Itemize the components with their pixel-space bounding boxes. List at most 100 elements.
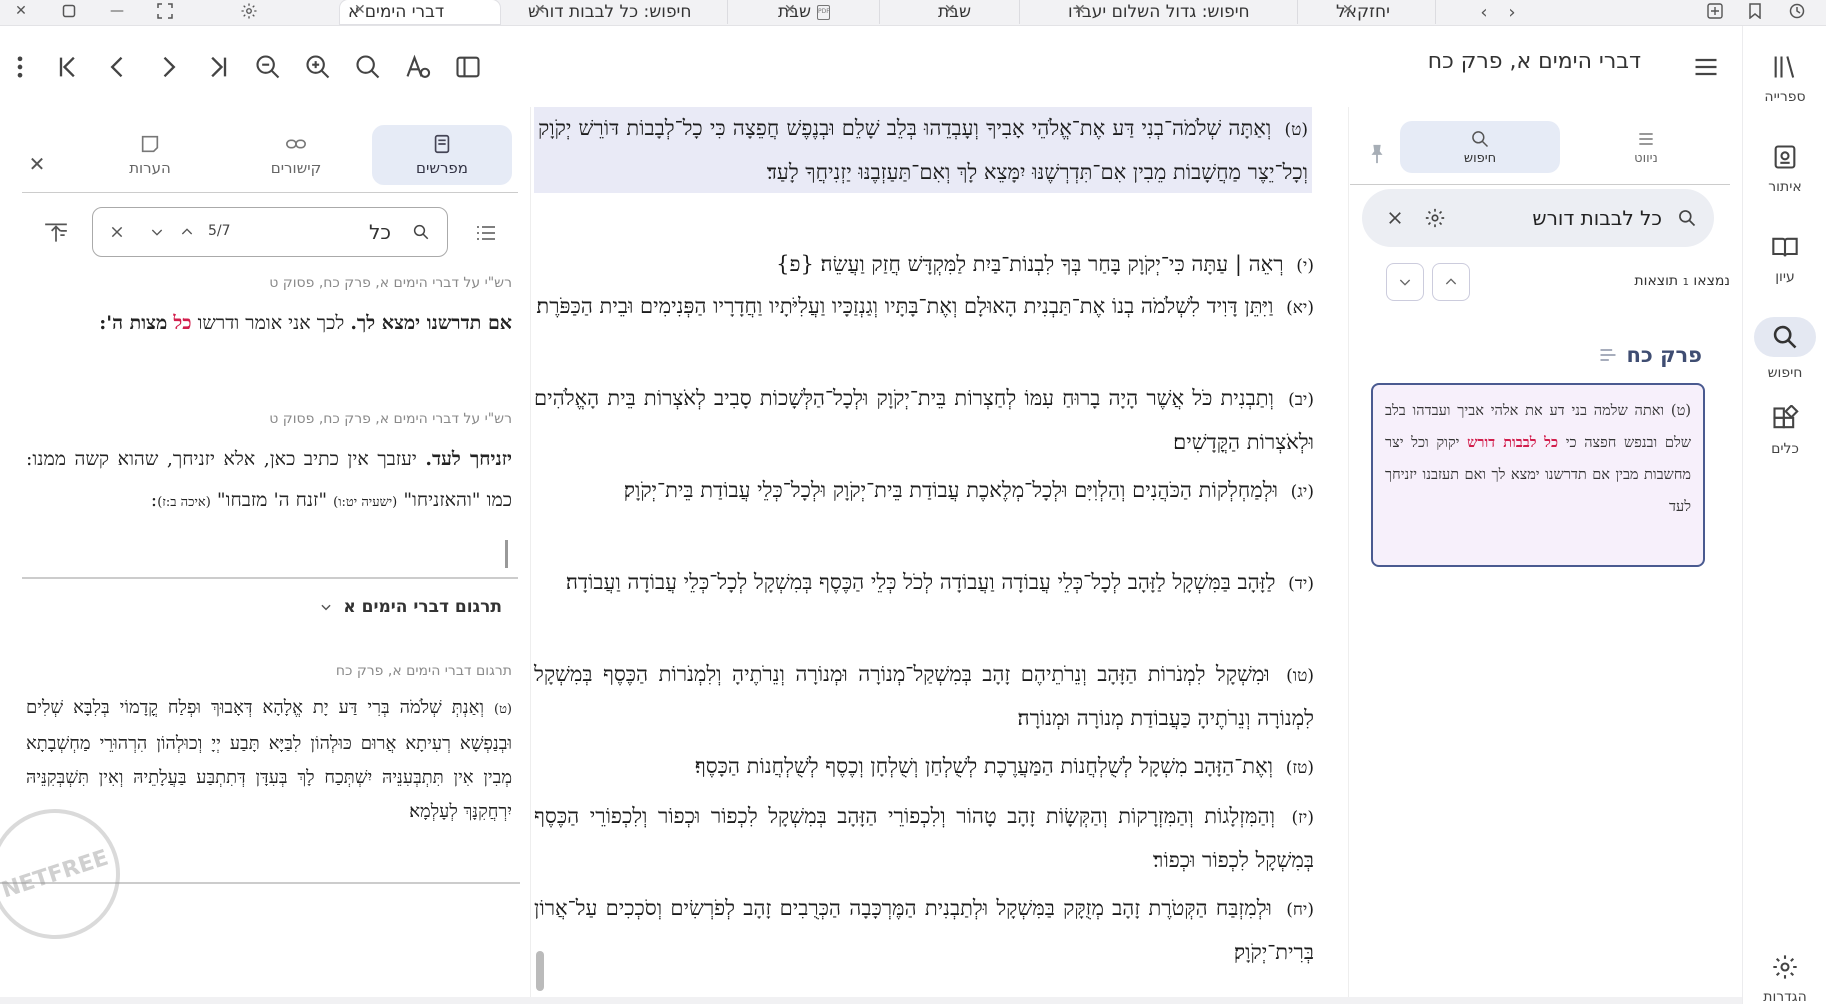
first-page-icon[interactable] <box>48 47 88 87</box>
note-icon <box>141 135 159 153</box>
search-input[interactable] <box>1462 201 1662 235</box>
search-icon <box>1472 130 1489 147</box>
tab-links[interactable]: קישורים <box>226 125 366 185</box>
search-settings-icon[interactable] <box>1420 203 1450 233</box>
toggle-sidebar-icon[interactable] <box>448 47 488 87</box>
highlight: לבבות דורש <box>1467 434 1537 451</box>
rail-locate[interactable]: איתור <box>1749 130 1821 208</box>
rail-library[interactable]: ספרייה <box>1749 40 1821 118</box>
tab-search[interactable]: חיפוש <box>1400 121 1560 173</box>
verse-14[interactable]: (יד) לַזָּהָב בַּמִּשְׁקָל לַזָּהָב לְכָ… <box>534 561 1314 605</box>
verse-12[interactable]: (יב) וְתַבְנִית כֹּל אֲשֶׁר הָיָה בָרוּח… <box>534 377 1314 463</box>
rail-settings[interactable]: הגדרות <box>1749 940 1821 1004</box>
list-view-icon[interactable] <box>470 217 502 249</box>
targum-section-header[interactable]: תרגום דברי הימים א <box>319 597 502 617</box>
tab-commentators[interactable]: מפרשים <box>372 125 512 185</box>
last-page-icon[interactable] <box>198 47 238 87</box>
app-window: ✕ — ✕ דברי הימים א ✕ חיפוש: כל לבבות דור… <box>0 0 1826 1004</box>
verse-17[interactable]: (יז) וְהַמִּזְלָגוֹת וְהַמִּזְרָקוֹת וְה… <box>534 795 1314 881</box>
minimize-window-icon[interactable]: — <box>102 0 132 22</box>
commentary-text: אם תדרשנו ימצא לך. לכך אני אומר ודרשו כל… <box>99 312 512 334</box>
find-input[interactable] <box>301 218 391 246</box>
rail-label: כלים <box>1771 441 1799 457</box>
new-tab-icon[interactable] <box>1700 0 1730 22</box>
close-tab-icon[interactable]: ✕ <box>1074 2 1086 18</box>
tab-search-levavot[interactable]: ✕ חיפוש: כל לבבות דורש <box>520 0 728 24</box>
close-tab-icon[interactable]: ✕ <box>354 2 366 18</box>
verse-15[interactable]: (טו) וּמִשְׁקָל לִמְנֹרוֹת הַזָּהָב וְנֵ… <box>534 653 1314 739</box>
bookmark-icon[interactable] <box>1740 0 1770 22</box>
gear-icon <box>1773 955 1797 979</box>
book-icon <box>1772 237 1798 257</box>
rail-tools[interactable]: כלים <box>1749 392 1821 470</box>
zoom-in-icon[interactable] <box>298 47 338 87</box>
tab-notes[interactable]: הערות <box>80 125 220 185</box>
verse-18[interactable]: (יח) וּלְמִזְבַּח הַקְּטֹרֶת זָהָב מְזֻק… <box>534 887 1314 973</box>
main-scrollbar[interactable] <box>536 951 544 991</box>
section-divider <box>22 577 518 579</box>
close-tab-icon[interactable]: ✕ <box>784 2 796 18</box>
tab-label: קישורים <box>270 159 322 177</box>
fullscreen-icon[interactable] <box>150 0 180 22</box>
tab-divrei-hayamim[interactable]: ✕ דברי הימים א <box>340 0 500 24</box>
verse-13[interactable]: (יג) וּלְמַחְלְקוֹת הַכֹּהֲנִים וְהַלְוִ… <box>534 469 1314 513</box>
tab-yechezkel[interactable]: ✕ יחזקאל <box>1328 0 1436 24</box>
find-prev-icon[interactable] <box>173 218 201 246</box>
search-result-card[interactable]: (ט) ואתה שלמה בני דע את אלהי אביך ועבדהו… <box>1371 383 1705 567</box>
history-icon[interactable] <box>1782 0 1812 22</box>
verse-text: וְתַבְנִית כֹּל אֲשֶׁר הָיָה בָרוּחַ עִמ… <box>534 386 1314 454</box>
verse-number: (יג) <box>1290 482 1314 502</box>
active-indicator <box>1754 317 1816 357</box>
find-highlight: כל <box>173 312 192 334</box>
menu-hamburger-icon[interactable] <box>1686 47 1726 87</box>
close-tab-icon[interactable]: ✕ <box>534 2 546 18</box>
result-next-icon[interactable] <box>1386 263 1424 301</box>
targum-text: (ט) וְאַנְתְּ שְׁלֹמֹה בְּרִי דַּע יָת א… <box>26 697 512 822</box>
verse-number: (יד) <box>1288 574 1314 594</box>
close-panel-icon[interactable]: ✕ <box>22 149 52 179</box>
more-options-icon[interactable] <box>0 47 40 87</box>
search-panel-tabs: ניווט חיפוש <box>1350 117 1730 185</box>
maximize-window-icon[interactable] <box>54 0 84 22</box>
settings-gear-icon[interactable] <box>234 0 264 22</box>
close-tab-icon[interactable]: ✕ <box>944 2 956 18</box>
verse-number: (יב) <box>1288 390 1314 410</box>
commentary-scrollbar[interactable] <box>505 540 508 568</box>
verse-10[interactable]: (י) רְאֵה | עַתָּה כִּי־יְקֹוָק בָּחַר ב… <box>534 243 1314 287</box>
rail-study[interactable]: עיון <box>1749 220 1821 298</box>
tab-search-shalom[interactable]: ✕ חיפוש: גדול השלום יעבדו <box>1060 0 1298 24</box>
zoom-out-icon[interactable] <box>248 47 288 87</box>
previous-icon[interactable] <box>98 47 138 87</box>
result-chapter-heading: פרק כח <box>1598 343 1702 367</box>
sort-icon[interactable] <box>40 217 72 249</box>
close-window-icon[interactable]: ✕ <box>6 0 36 22</box>
tab-shabbat[interactable]: ✕ שבת <box>930 0 1020 24</box>
clear-find-icon[interactable] <box>103 218 131 246</box>
font-settings-icon[interactable] <box>398 47 438 87</box>
clear-search-icon[interactable] <box>1380 203 1410 233</box>
rail-search[interactable]: חיפוש <box>1749 310 1821 388</box>
find-count: 5/7 <box>208 223 231 239</box>
search-icon <box>1672 203 1702 233</box>
close-tab-icon[interactable]: ✕ <box>1342 2 1354 18</box>
pane-divider[interactable] <box>1348 107 1349 997</box>
commentary-panel: מפרשים קישורים הערות ✕ 5/7 <box>0 107 530 997</box>
tabs-scroll-left-icon[interactable]: ‹ <box>1472 0 1496 24</box>
search-icon[interactable] <box>348 47 388 87</box>
commentary-source: רש"י על דברי הימים א, פרק כח, פסוק ט <box>269 411 512 427</box>
result-prev-icon[interactable] <box>1432 263 1470 301</box>
verse-text: וְהַמִּזְלָגוֹת וְהַמִּזְרָקוֹת וְהַקְּש… <box>534 804 1314 872</box>
verse-11[interactable]: (יא) וַיִּתֵּן דָּוִיד לִשְׁלֹמֹה בְנוֹ … <box>534 285 1314 329</box>
verse-16[interactable]: (טז) וְאֶת־הַזָּהָב מִשְׁקָל לְשֻׁלְחֲנו… <box>534 745 1314 789</box>
verse-9[interactable]: (ט) וְאַתָּה שְׁלֹמֹה־בְנִי דַּע אֶת־אֱל… <box>534 107 1312 193</box>
pin-icon[interactable] <box>1362 139 1392 169</box>
pane-divider[interactable] <box>530 107 531 997</box>
tab-shabbat-pdf[interactable]: ✕ PDF שבת <box>770 0 880 24</box>
next-icon[interactable] <box>148 47 188 87</box>
find-next-icon[interactable] <box>143 218 171 246</box>
tab-navigation[interactable]: ניווט <box>1566 121 1726 173</box>
tabs-scroll-right-icon[interactable]: › <box>1500 0 1524 24</box>
commentary-text: יזניחך לעד. יעזבך אין כתיב כאן, אלא יזני… <box>26 448 512 511</box>
pdf-icon: PDF <box>817 4 831 20</box>
verse-number: (יח) <box>1286 900 1314 920</box>
